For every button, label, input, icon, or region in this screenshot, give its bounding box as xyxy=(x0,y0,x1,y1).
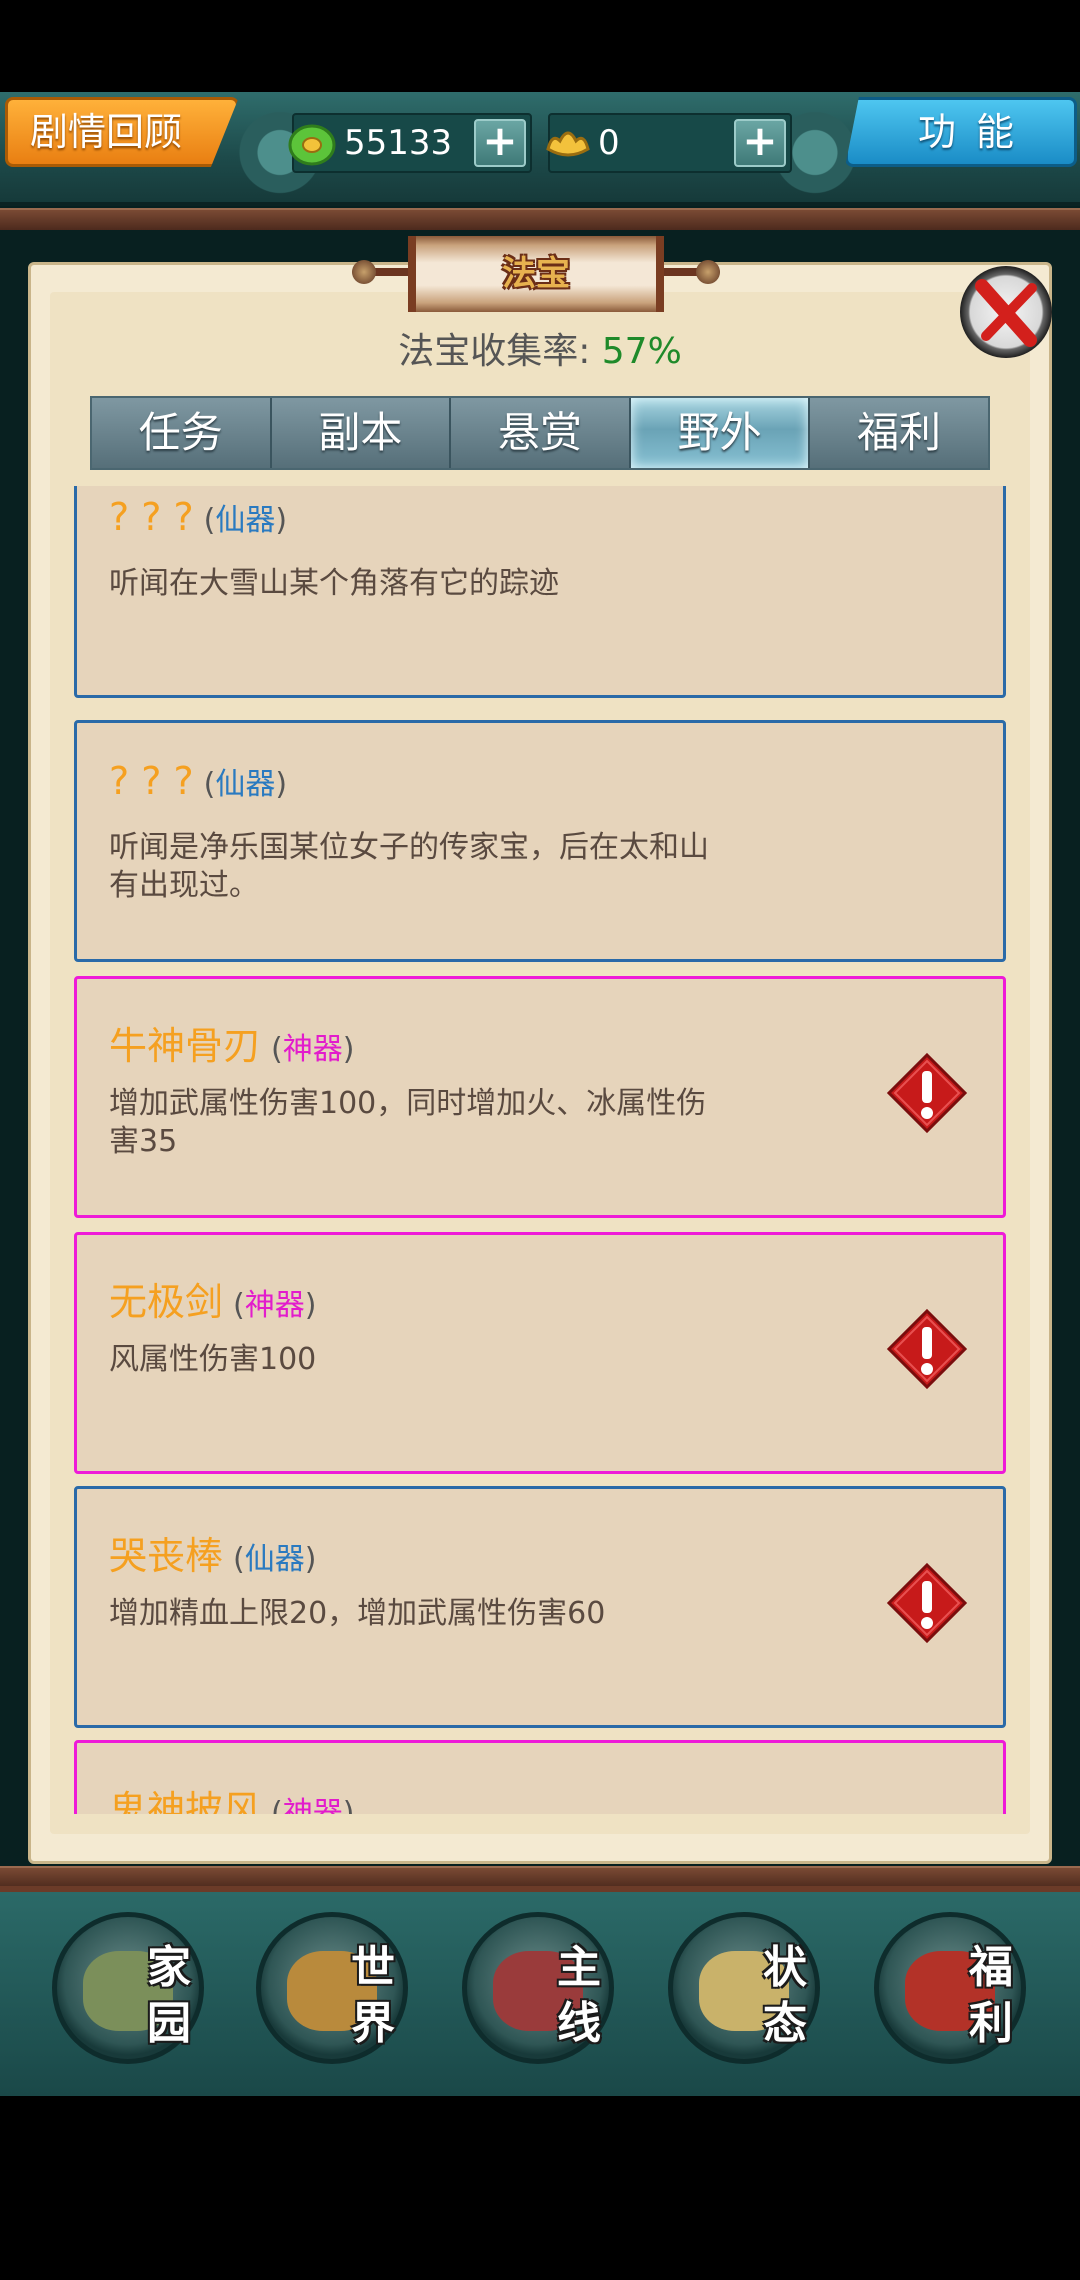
gold-currency: 0 + xyxy=(546,113,792,173)
treasure-type: (仙器) xyxy=(233,1542,317,1577)
treasure-type: (仙器) xyxy=(203,767,288,802)
treasure-name-wrap: 牛神骨刃 (神器) xyxy=(109,1015,354,1070)
category-tabs: 任务 副本 悬赏 野外 福利 xyxy=(90,396,990,470)
nav-status-label-2: 态 xyxy=(763,1998,807,2049)
story-review-label: 剧情回顾 xyxy=(30,110,183,154)
nav-world[interactable]: 世 界 xyxy=(256,1912,408,2064)
nav-quest-label-1: 主 xyxy=(557,1942,601,1993)
jade-amount: 55133 xyxy=(344,123,453,163)
treasure-desc: 听闻在大雪山某个角落有它的踪迹 xyxy=(109,566,559,601)
exclamation-icon[interactable] xyxy=(885,1051,969,1135)
treasure-card[interactable]: 无极剑 (神器) 风属性伤害100 xyxy=(74,1232,1006,1474)
jade-coin-icon xyxy=(288,124,336,166)
treasure-name-wrap: 鬼神披风 (神器) xyxy=(109,1779,354,1814)
treasure-card[interactable]: 哭丧棒 (仙器) 增加精血上限20，增加武属性伤害60 xyxy=(74,1486,1006,1728)
treasure-type: (神器) xyxy=(233,1288,317,1323)
treasure-card[interactable]: 牛神骨刃 (神器) 增加武属性伤害100，同时增加火、冰属性伤害35 xyxy=(74,976,1006,1218)
nav-home-label-2: 园 xyxy=(147,1998,191,2049)
treasure-name: 鬼神披风 xyxy=(109,1788,262,1814)
nav-home[interactable]: 家 园 xyxy=(52,1912,204,2064)
exclamation-icon[interactable] xyxy=(885,1307,969,1391)
nav-welfare-label-1: 福 xyxy=(969,1942,1013,1993)
panel-title: 法宝 xyxy=(408,236,664,312)
treasure-name: 无极剑 xyxy=(109,1280,224,1324)
treasure-name: 哭丧棒 xyxy=(109,1534,224,1578)
treasure-type: (神器) xyxy=(271,1796,355,1814)
nav-status-label-1: 状 xyxy=(763,1942,807,1993)
treasure-name-wrap: 哭丧棒 (仙器) xyxy=(109,1525,316,1580)
treasure-type: (仙器) xyxy=(203,503,288,538)
nav-world-label-2: 界 xyxy=(351,1998,395,2049)
function-label: 功能 xyxy=(917,110,1034,154)
nav-quest-label-2: 线 xyxy=(557,1998,601,2049)
treasure-card[interactable]: ? ? ? (仙器) 听闻是净乐国某位女子的传家宝，后在太和山有出现过。 xyxy=(74,720,1006,962)
tab-welfare[interactable]: 福利 xyxy=(810,398,988,468)
panel-title-scroll: 法宝 xyxy=(352,236,720,312)
bottom-nav: 家 园 世 界 主 线 状 态 福 利 xyxy=(0,1886,1080,2102)
nav-status[interactable]: 状 态 xyxy=(668,1912,820,2064)
nav-main-quest[interactable]: 主 线 xyxy=(462,1912,614,2064)
wood-border-top xyxy=(0,208,1080,230)
function-button[interactable]: 功能 xyxy=(845,97,1077,167)
exclamation-icon[interactable] xyxy=(885,1561,969,1645)
treasure-name: ? ? ? xyxy=(109,759,194,803)
gold-amount: 0 xyxy=(598,123,620,163)
tab-task[interactable]: 任务 xyxy=(92,398,272,468)
wood-border-bottom xyxy=(0,1866,1080,1888)
collection-rate: 法宝收集率: 57% xyxy=(0,322,1080,374)
jade-currency: 55133 + xyxy=(288,113,532,173)
treasure-card[interactable]: ? ? ? (仙器) 听闻在大雪山某个角落有它的踪迹 xyxy=(74,486,1006,698)
treasure-name-wrap: ? ? ? (仙器) xyxy=(109,759,287,803)
treasure-desc: 风属性伤害100 xyxy=(109,1342,317,1377)
nav-welfare[interactable]: 福 利 xyxy=(874,1912,1026,2064)
treasure-name: ? ? ? xyxy=(109,495,194,539)
nav-world-label-1: 世 xyxy=(351,1942,395,1993)
treasure-name: 牛神骨刃 xyxy=(109,1024,262,1068)
tab-wild[interactable]: 野外 xyxy=(630,398,811,468)
nav-welfare-label-2: 利 xyxy=(969,1998,1013,2049)
treasure-desc: 增加武属性伤害100，同时增加火、冰属性伤害35 xyxy=(109,1086,707,1159)
nav-home-label-1: 家 xyxy=(147,1942,191,1993)
treasure-list[interactable]: ? ? ? (仙器) 听闻在大雪山某个角落有它的踪迹 ? ? ? (仙器) 听闻是净… xyxy=(74,486,1006,1814)
treasure-card[interactable]: 鬼神披风 (神器) xyxy=(74,1740,1006,1814)
treasure-name-wrap: ? ? ? (仙器) xyxy=(109,495,287,539)
collection-rate-label: 法宝收集率: xyxy=(398,331,602,372)
story-review-button[interactable]: 剧情回顾 xyxy=(5,97,239,167)
collection-rate-value: 57% xyxy=(601,331,682,372)
add-jade-button[interactable]: + xyxy=(474,119,526,167)
bottom-black-bar xyxy=(0,2096,1080,2280)
gold-ingot-icon xyxy=(546,131,590,157)
tab-bounty[interactable]: 悬赏 xyxy=(451,398,631,468)
treasure-desc: 听闻是净乐国某位女子的传家宝，后在太和山有出现过。 xyxy=(109,830,709,903)
add-gold-button[interactable]: + xyxy=(734,119,786,167)
treasure-desc: 增加精血上限20，增加武属性伤害60 xyxy=(109,1596,606,1631)
treasure-name-wrap: 无极剑 (神器) xyxy=(109,1271,316,1326)
tab-dungeon[interactable]: 副本 xyxy=(271,398,452,468)
treasure-type: (神器) xyxy=(271,1032,355,1067)
